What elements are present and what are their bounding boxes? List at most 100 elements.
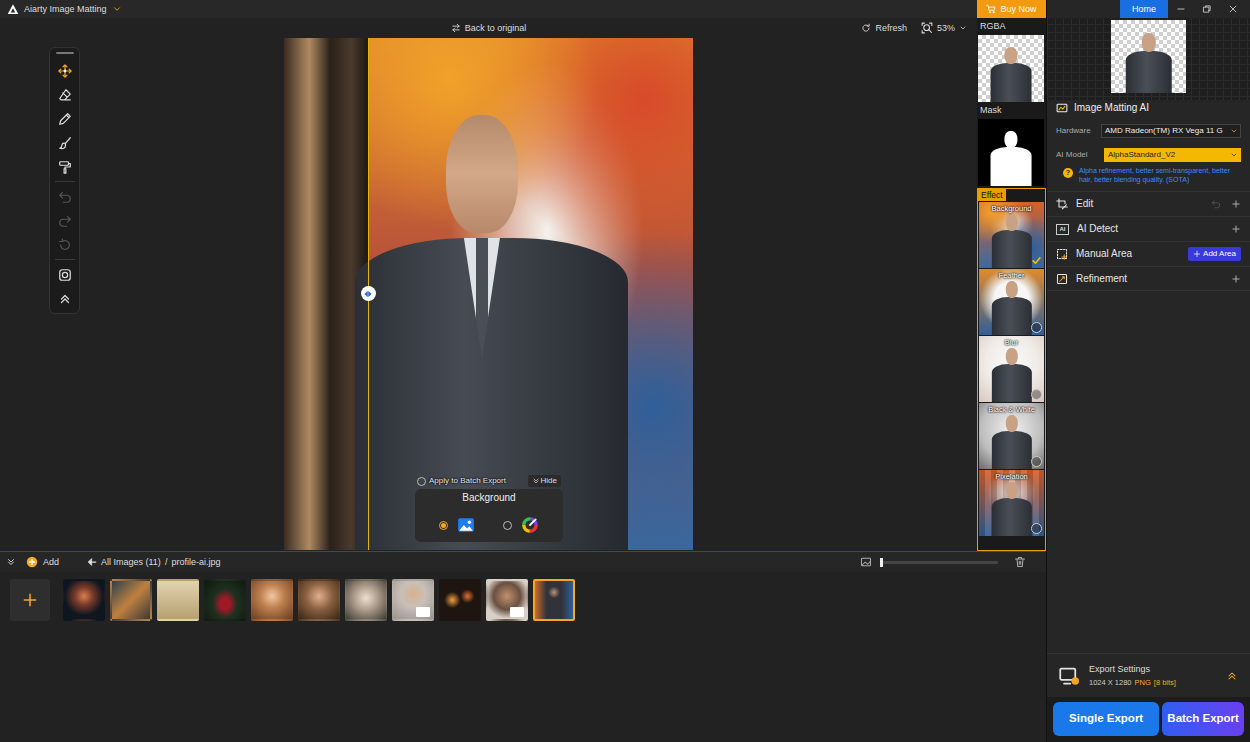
image-thumbnail[interactable] <box>298 579 340 621</box>
help-text: Alpha refinement, better semi-transparen… <box>1079 166 1241 184</box>
hardware-field: HardwareAMD Radeon(TM) RX Vega 11 G <box>1056 124 1241 138</box>
effect-item[interactable]: Blur <box>979 336 1044 402</box>
filmstrip: AddAll Images (11)/profile-ai.jpg <box>0 551 1046 742</box>
add-label: Add <box>43 557 59 568</box>
export-title: Export Settings <box>1089 664 1176 675</box>
undo-icon[interactable] <box>1211 199 1221 209</box>
image-thumbnail[interactable] <box>251 579 293 621</box>
buy-now-button[interactable]: Buy Now <box>977 0 1046 18</box>
plus-icon[interactable] <box>1231 224 1241 234</box>
image-thumbnail[interactable] <box>533 579 575 621</box>
image-thumbnail[interactable] <box>110 579 152 621</box>
effect-item[interactable]: Background <box>979 202 1044 268</box>
hide-button[interactable]: Hide <box>528 475 561 487</box>
mask-label: Mask <box>977 102 1046 119</box>
tool-button[interactable] <box>50 209 79 233</box>
redo-icon <box>58 214 72 228</box>
hardware-label: Hardware <box>1056 126 1101 136</box>
zoom-dropdown[interactable]: 53% <box>921 22 967 34</box>
background-option[interactable] <box>503 516 539 534</box>
home-tab[interactable]: Home <box>1120 0 1168 18</box>
tool-button[interactable] <box>50 83 79 107</box>
tool-button[interactable] <box>50 107 79 131</box>
effect-item[interactable]: Feather <box>979 269 1044 335</box>
refresh-label: Refresh <box>875 23 907 34</box>
add-images-button[interactable]: Add <box>26 556 59 568</box>
current-file: profile-ai.jpg <box>171 557 220 568</box>
image-thumbnail[interactable] <box>392 579 434 621</box>
tool-button[interactable] <box>50 233 79 257</box>
slider-knob[interactable] <box>880 558 883 567</box>
all-images-link[interactable]: All Images (11) <box>101 557 161 568</box>
batch-export-button[interactable]: Batch Export <box>1162 702 1244 736</box>
effect-item[interactable]: Black & White <box>979 403 1044 469</box>
add-area-button[interactable]: Add Area <box>1188 247 1241 261</box>
preview-strip: Buy NowRGBAMaskEffectBackgroundFeatherBl… <box>977 0 1046 551</box>
apply-batch-radio-dot[interactable] <box>417 477 426 486</box>
hardware-dropdown[interactable]: AMD Radeon(TM) RX Vega 11 G <box>1101 124 1241 138</box>
close-button[interactable] <box>1220 0 1246 18</box>
palette-separator <box>55 181 75 182</box>
image-thumbnail[interactable] <box>204 579 246 621</box>
compare-divider[interactable] <box>368 38 369 550</box>
apply-batch-radio[interactable]: Apply to Batch Export <box>417 476 506 486</box>
image-thumbnail[interactable] <box>63 579 105 621</box>
model-dropdown[interactable]: AlphaStandard_V2 <box>1104 148 1241 162</box>
section-icon: AI <box>1056 224 1069 235</box>
image-thumbnail[interactable] <box>345 579 387 621</box>
help-icon[interactable]: ? <box>1063 168 1073 178</box>
filmstrip-header: AddAll Images (11)/profile-ai.jpg <box>0 552 1046 572</box>
crop-edit-icon <box>1056 198 1068 210</box>
rgba-thumbnail[interactable] <box>978 35 1044 102</box>
export-settings[interactable]: Export Settings1024 X 1280PNG[8 bits] <box>1047 653 1250 697</box>
minimize-button[interactable] <box>1168 0 1194 18</box>
tool-button[interactable] <box>50 287 79 311</box>
thumbnail-size-slider[interactable] <box>880 561 998 564</box>
effect-item[interactable]: Pixelation <box>979 470 1044 536</box>
palette-grip[interactable] <box>56 52 74 54</box>
tool-state <box>58 88 72 102</box>
single-export-button[interactable]: Single Export <box>1053 702 1159 736</box>
back-arrow-icon[interactable] <box>87 557 97 567</box>
effect-radio[interactable] <box>1031 456 1042 467</box>
trash-icon[interactable] <box>1014 556 1026 568</box>
effect-radio[interactable] <box>1031 523 1042 534</box>
tool-button[interactable] <box>50 263 79 287</box>
section-row[interactable]: AIAI Detect <box>1047 216 1250 241</box>
plus-icon[interactable] <box>1231 274 1241 284</box>
section-row[interactable]: Refinement <box>1047 266 1250 291</box>
effect-radio[interactable] <box>1031 322 1042 333</box>
tool-button[interactable] <box>50 185 79 209</box>
menu-caret-icon[interactable] <box>112 4 122 14</box>
section-row[interactable]: Manual AreaAdd Area <box>1047 241 1250 266</box>
tool-button[interactable] <box>50 59 79 83</box>
mask-silhouette <box>991 147 1032 186</box>
photo-preview[interactable]: Apply to Batch ExportHideBackground <box>284 38 693 550</box>
image-thumbnail[interactable] <box>439 579 481 621</box>
option-radio[interactable] <box>503 521 512 530</box>
back-to-original-button[interactable]: Back to original <box>451 23 527 34</box>
option-radio[interactable] <box>439 521 448 530</box>
add-image-tile[interactable] <box>10 579 50 621</box>
refresh-button[interactable]: Refresh <box>861 23 907 34</box>
mask-thumbnail[interactable] <box>978 119 1044 186</box>
export-size: 1024 X 1280 <box>1089 678 1132 687</box>
restorewin-button[interactable] <box>1194 0 1220 18</box>
tool-state <box>58 136 72 150</box>
zoom-caret-icon <box>959 24 967 32</box>
canvas[interactable]: Back to original Refresh 53% Apply to Bat… <box>0 18 977 551</box>
eraser-icon <box>58 88 72 102</box>
tool-button[interactable] <box>50 131 79 155</box>
compare-handle[interactable] <box>361 286 376 301</box>
background-option[interactable] <box>439 516 475 534</box>
section-row[interactable]: Edit <box>1047 191 1250 216</box>
image-thumbnail[interactable] <box>486 579 528 621</box>
effect-radio[interactable] <box>1031 389 1042 400</box>
plus-icon[interactable] <box>1231 199 1241 209</box>
expand-chevrons-icon[interactable] <box>1226 670 1238 682</box>
image-thumbnail[interactable] <box>157 579 199 621</box>
subject-figure <box>991 63 1032 102</box>
tool-button[interactable] <box>50 155 79 179</box>
result-preview <box>1111 20 1186 93</box>
collapse-chevrons-icon[interactable] <box>6 557 16 567</box>
